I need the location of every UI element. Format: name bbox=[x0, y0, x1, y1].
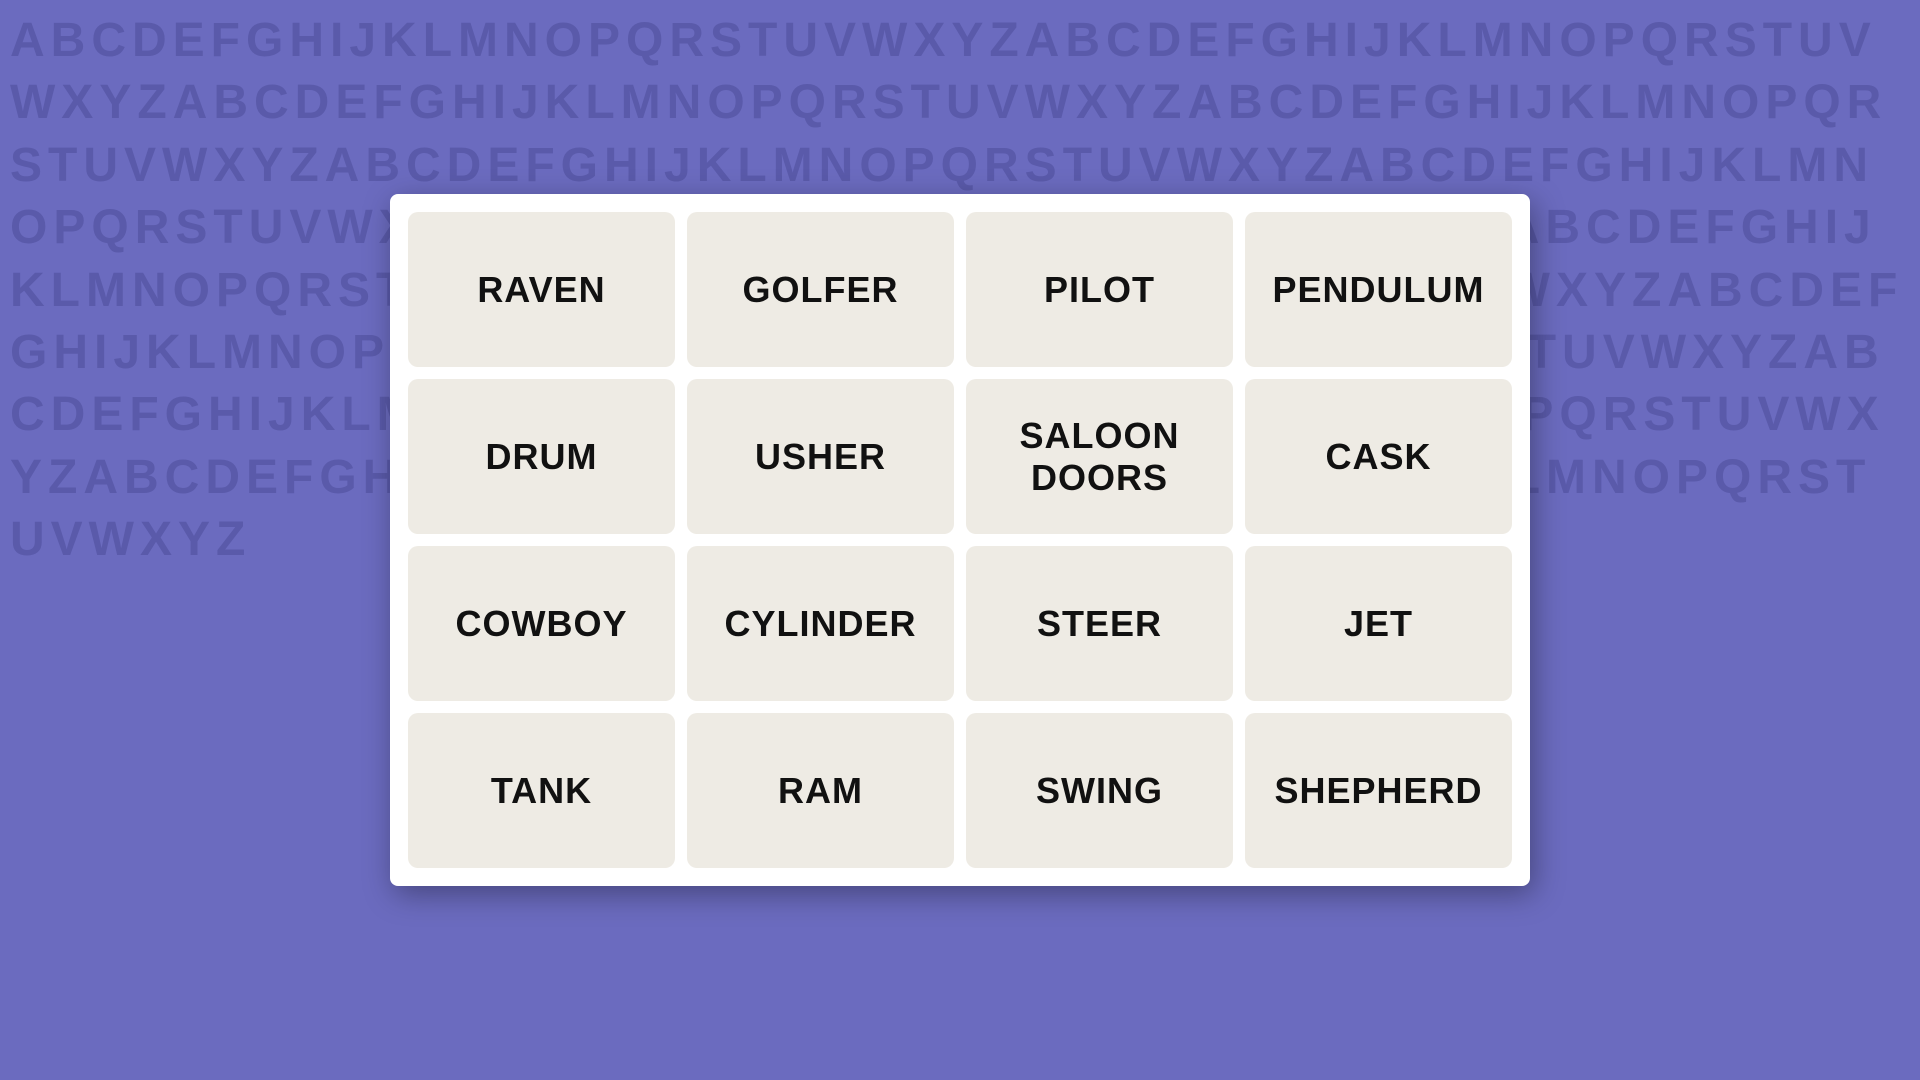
card-label-shepherd: SHEPHERD bbox=[1274, 770, 1482, 812]
card-panel: RAVEN GOLFER PILOT PENDULUM DRUM USHER SALOON … bbox=[390, 194, 1530, 886]
card-pilot[interactable]: PILOT bbox=[966, 212, 1233, 367]
card-label-pilot: PILOT bbox=[1044, 269, 1155, 311]
card-label-tank: TANK bbox=[491, 770, 592, 812]
card-label-raven: RAVEN bbox=[477, 269, 605, 311]
card-steer[interactable]: STEER bbox=[966, 546, 1233, 701]
card-drum[interactable]: DRUM bbox=[408, 379, 675, 534]
card-label-golfer: GOLFER bbox=[743, 269, 899, 311]
card-cask[interactable]: CASK bbox=[1245, 379, 1512, 534]
card-label-usher: USHER bbox=[755, 436, 886, 478]
card-swing[interactable]: SWING bbox=[966, 713, 1233, 868]
card-label-cowboy: COWBOY bbox=[456, 603, 628, 645]
card-usher[interactable]: USHER bbox=[687, 379, 954, 534]
card-shepherd[interactable]: SHEPHERD bbox=[1245, 713, 1512, 868]
card-cowboy[interactable]: COWBOY bbox=[408, 546, 675, 701]
card-label-drum: DRUM bbox=[486, 436, 598, 478]
card-label-jet: JET bbox=[1344, 603, 1413, 645]
card-pendulum[interactable]: PENDULUM bbox=[1245, 212, 1512, 367]
card-saloon-doors[interactable]: SALOON DOORS bbox=[966, 379, 1233, 534]
card-label-ram: RAM bbox=[778, 770, 863, 812]
card-jet[interactable]: JET bbox=[1245, 546, 1512, 701]
card-ram[interactable]: RAM bbox=[687, 713, 954, 868]
card-label-cylinder: CYLINDER bbox=[724, 603, 916, 645]
card-label-swing: SWING bbox=[1036, 770, 1163, 812]
word-grid: RAVEN GOLFER PILOT PENDULUM DRUM USHER SALOON … bbox=[408, 212, 1512, 868]
card-raven[interactable]: RAVEN bbox=[408, 212, 675, 367]
card-label-pendulum: PENDULUM bbox=[1273, 269, 1485, 311]
card-label-cask: CASK bbox=[1325, 436, 1431, 478]
card-label-steer: STEER bbox=[1037, 603, 1162, 645]
card-label-saloon-doors: SALOON DOORS bbox=[966, 415, 1233, 499]
card-cylinder[interactable]: CYLINDER bbox=[687, 546, 954, 701]
card-tank[interactable]: TANK bbox=[408, 713, 675, 868]
card-golfer[interactable]: GOLFER bbox=[687, 212, 954, 367]
